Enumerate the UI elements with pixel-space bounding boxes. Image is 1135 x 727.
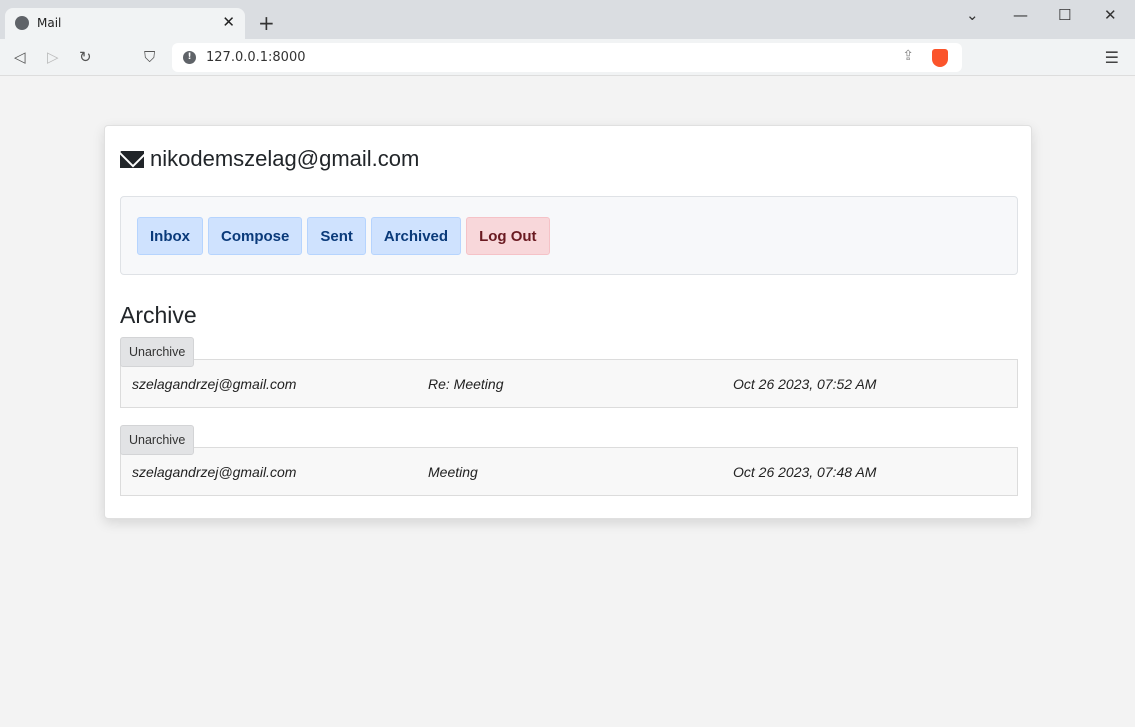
- email-timestamp: Oct 26 2023, 07:52 AM: [733, 376, 877, 392]
- address-bar[interactable]: ! 127.0.0.1:8000 ⇪: [172, 43, 962, 72]
- brave-shield-icon[interactable]: [932, 49, 948, 67]
- forward-icon[interactable]: ▷: [47, 48, 59, 66]
- bookmark-icon[interactable]: ⛉: [144, 48, 155, 66]
- mailbox-heading: Archive: [120, 302, 197, 328]
- unarchive-button[interactable]: Unarchive: [120, 425, 195, 455]
- new-tab-button[interactable]: +: [258, 11, 275, 35]
- inbox-button[interactable]: Inbox: [137, 217, 203, 255]
- info-icon[interactable]: !: [183, 51, 196, 64]
- browser-toolbar: ◁ ▷ ↻ ⛉ ! 127.0.0.1:8000 ⇪ ☰: [0, 39, 1135, 76]
- maximize-button[interactable]: ☐: [1058, 6, 1071, 24]
- close-window-button[interactable]: ✕: [1104, 6, 1117, 24]
- compose-button[interactable]: Compose: [208, 217, 303, 255]
- unarchive-button[interactable]: Unarchive: [120, 337, 195, 367]
- user-email: nikodemszelag@gmail.com: [150, 146, 420, 171]
- minimize-button[interactable]: —: [1013, 6, 1028, 24]
- logout-button[interactable]: Log Out: [466, 217, 550, 255]
- email-subject: Meeting: [428, 464, 478, 480]
- mail-card: nikodemszelag@gmail.com Inbox Compose Se…: [104, 125, 1032, 519]
- share-icon[interactable]: ⇪: [902, 48, 914, 64]
- reload-icon[interactable]: ↻: [79, 48, 92, 66]
- email-row[interactable]: szelagandrzej@gmail.com Meeting Oct 26 2…: [120, 447, 1018, 496]
- envelope-icon: [120, 150, 144, 168]
- email-row[interactable]: szelagandrzej@gmail.com Re: Meeting Oct …: [120, 359, 1018, 408]
- browser-tab[interactable]: Mail ✕: [5, 8, 245, 39]
- page-title: nikodemszelag@gmail.com: [120, 146, 419, 172]
- email-timestamp: Oct 26 2023, 07:48 AM: [733, 464, 877, 480]
- tab-title: Mail: [37, 16, 62, 30]
- back-icon[interactable]: ◁: [14, 48, 26, 66]
- globe-icon: [15, 16, 29, 30]
- archived-button[interactable]: Archived: [370, 217, 462, 255]
- tab-bar: Mail ✕ + ⌄ — ☐ ✕: [0, 0, 1135, 39]
- menu-icon[interactable]: ☰: [1105, 48, 1119, 67]
- tab-search-icon[interactable]: ⌄: [966, 6, 979, 24]
- close-tab-icon[interactable]: ✕: [222, 13, 235, 31]
- email-subject: Re: Meeting: [428, 376, 504, 392]
- email-sender: szelagandrzej@gmail.com: [132, 464, 297, 480]
- url-text[interactable]: 127.0.0.1:8000: [206, 50, 306, 65]
- nav-bar: Inbox Compose Sent Archived Log Out: [120, 196, 1018, 275]
- sent-button[interactable]: Sent: [307, 217, 366, 255]
- email-sender: szelagandrzej@gmail.com: [132, 376, 297, 392]
